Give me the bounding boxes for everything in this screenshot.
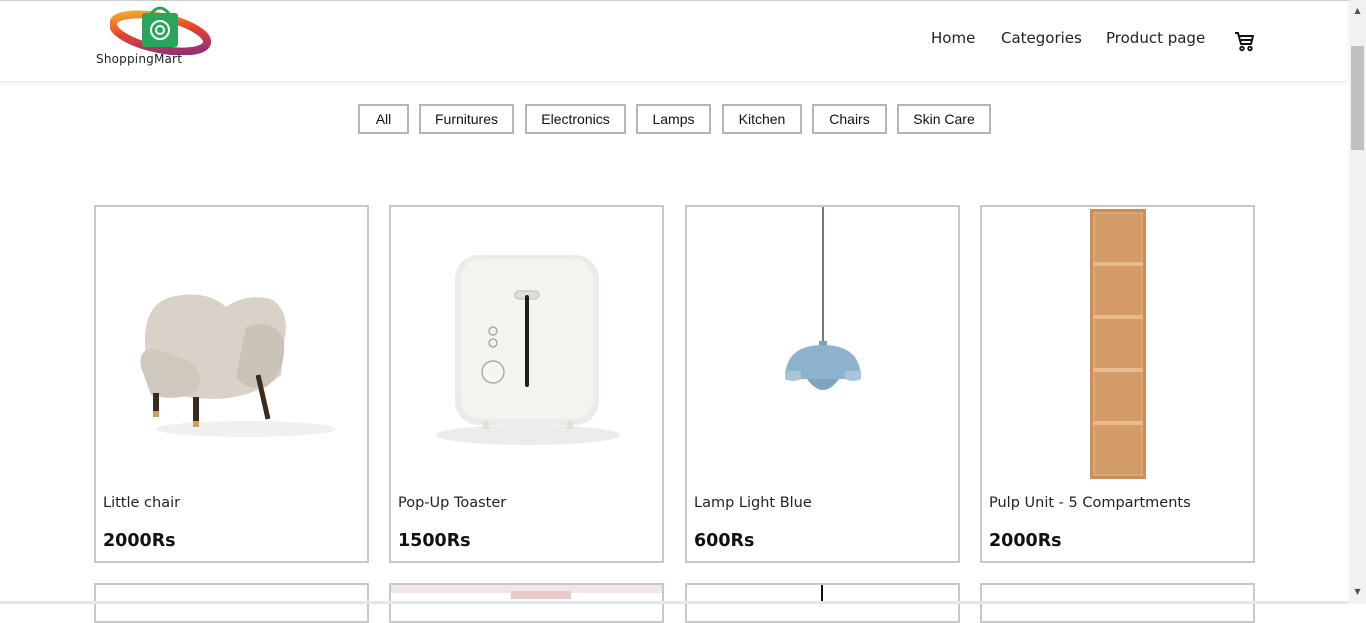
product-name: Lamp Light Blue [694,495,812,511]
product-name: Little chair [103,495,181,511]
product-image-pendant-lamp [687,207,958,487]
scroll-thumb[interactable] [1351,46,1364,150]
product-image-armchair [96,207,367,487]
product-card[interactable]: Little chair 2000Rs [94,205,369,563]
product-price: 2000Rs [103,531,176,551]
product-image-shelf-unit [982,207,1253,487]
filter-chairs-button[interactable]: Chairs [812,104,887,134]
brand-name: ShoppingMart [96,52,183,66]
filter-all-button[interactable]: All [358,104,409,134]
brand-logo[interactable]: ShoppingMart [96,3,232,67]
product-image-toaster [391,207,662,487]
product-price: 1500Rs [398,531,471,551]
product-price: 2000Rs [989,531,1062,551]
site-header: ShoppingMart Home Categories Product pag… [0,1,1347,82]
shopping-cart-icon[interactable] [1233,30,1255,52]
product-card[interactable]: Lamp Light Blue 600Rs [685,205,960,563]
nav-product-page-link[interactable]: Product page [1106,29,1205,47]
product-name: Pop-Up Toaster [398,495,507,511]
scroll-up-arrow-icon[interactable]: ▲ [1349,3,1366,17]
category-filters: All Furnitures Electronics Lamps Kitchen… [0,104,1366,134]
scroll-down-arrow-icon[interactable]: ▼ [1349,584,1366,598]
product-card[interactable]: Pulp Unit - 5 Compartments 2000Rs [980,205,1255,563]
vertical-scrollbar[interactable]: ▲ ▼ [1349,0,1366,604]
product-name: Pulp Unit - 5 Compartments [989,495,1191,511]
product-card[interactable]: Pop-Up Toaster 1500Rs [389,205,664,563]
filter-electronics-button[interactable]: Electronics [525,104,626,134]
nav-categories-link[interactable]: Categories [1001,29,1082,47]
product-price: 600Rs [694,531,755,551]
filter-skin-care-button[interactable]: Skin Care [897,104,991,134]
shopping-bag-logo-icon [110,6,212,55]
filter-kitchen-button[interactable]: Kitchen [722,104,802,134]
filter-furnitures-button[interactable]: Furnitures [419,104,514,134]
nav-home-link[interactable]: Home [931,29,975,47]
filter-lamps-button[interactable]: Lamps [636,104,711,134]
